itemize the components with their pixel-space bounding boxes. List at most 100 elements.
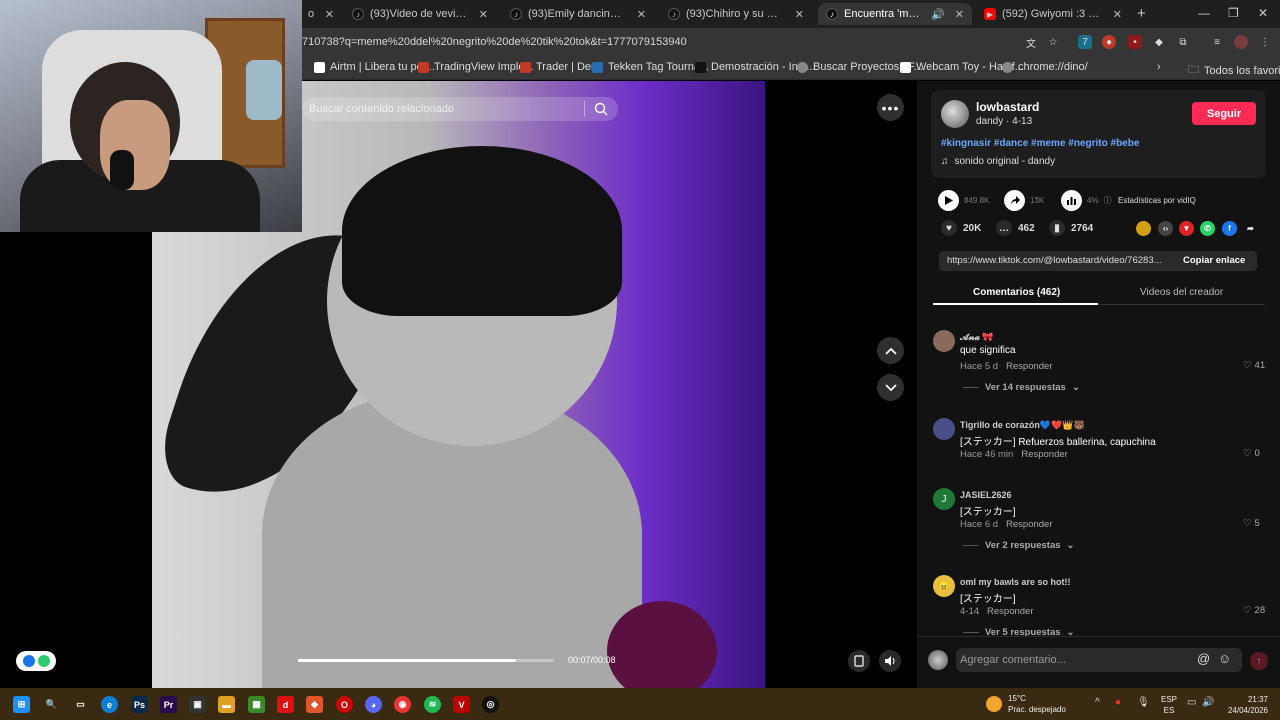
whatsapp-icon[interactable]: ✆ [1200,221,1215,236]
obs-icon[interactable]: ◎ [482,696,499,713]
browser-tab[interactable]: ▶ (592) Gwiyomi :3 sub español ( ✕ [976,3,1130,25]
chevron-down-icon[interactable] [877,374,904,401]
video-link[interactable]: https://www.tiktok.com/@lowbastard/video… [947,255,1175,266]
comment-like[interactable]: ♡ 41 [1243,360,1265,371]
edge-icon[interactable]: e [101,696,118,713]
file-explorer-icon[interactable]: ▬ [218,696,235,713]
profile-icon[interactable] [1234,35,1248,49]
comment-like[interactable]: ♡ 5 [1243,518,1260,529]
all-bookmarks[interactable]: 🗀 Todos los favoritos [1188,61,1280,80]
comment-like[interactable]: ♡ 0 [1243,448,1260,459]
video-progress-bar[interactable] [298,659,554,662]
browser-tab-active[interactable]: ♪ Encuentra 'meme ddel neg 🔊 ✕ [818,3,972,25]
store-icon[interactable]: ▣ [189,696,206,713]
close-icon[interactable]: ✕ [1113,8,1122,21]
send-icon[interactable]: ▼ [1179,221,1194,236]
embed-icon[interactable]: ‹› [1158,221,1173,236]
extension-icon[interactable]: 7 [1078,35,1092,49]
system-clock[interactable]: 21:37 24/04/2026 [1222,694,1268,716]
translate-icon[interactable]: 文 [1024,35,1038,50]
microphone-icon[interactable]: 🎙 [1137,697,1150,708]
vidiq-badge[interactable] [16,651,56,671]
close-icon[interactable]: ✕ [325,8,334,21]
restore-icon[interactable]: ❐ [1228,6,1239,20]
tab-creator-videos[interactable]: Videos del creador [1140,287,1223,298]
comment-input[interactable] [960,652,1190,668]
emoji-icon[interactable]: ☺ [1218,651,1231,666]
extension-icon[interactable]: • [1128,35,1142,49]
opera-icon[interactable]: O [336,696,353,713]
puzzle-icon[interactable]: ⧉ [1176,35,1190,49]
chevron-up-icon[interactable] [877,337,904,364]
search-input[interactable] [309,100,579,118]
minimize-icon[interactable]: — [1198,6,1210,20]
close-icon[interactable]: ✕ [479,8,488,21]
tray-app-icon[interactable]: ● [1115,697,1121,708]
bookmark[interactable]: Trader | Deriv [520,61,603,73]
browser-tab[interactable]: o Ja ✕ [300,3,342,25]
url-field[interactable]: 710738?q=meme%20ddel%20negrito%20de%20ti… [302,36,687,48]
close-window-icon[interactable]: ✕ [1258,6,1268,20]
menu-icon[interactable]: ⋮ [1258,35,1272,49]
reply-button[interactable]: Responder [1006,361,1052,372]
star-icon[interactable]: ☆ [1046,35,1060,49]
extension-icon[interactable]: ◆ [1152,35,1166,49]
premiere-icon[interactable]: Pr [160,696,177,713]
share-icon[interactable]: ➦ [1243,221,1258,236]
chevron-up-icon[interactable]: ^ [1095,697,1100,708]
send-comment-button[interactable]: ↑ [1250,652,1268,670]
avatar[interactable]: J [933,488,955,510]
avatar[interactable] [933,418,955,440]
comment-username[interactable]: 𝓐𝓷𝓪 🎀 [960,332,994,343]
comment-username[interactable]: JASIEL2626 [960,490,1012,500]
deriv-icon[interactable]: d [277,696,294,713]
follow-button[interactable]: Seguir [1192,102,1256,125]
speaker-icon[interactable]: 🔊 [1202,697,1214,708]
coin-icon[interactable] [1136,221,1151,236]
comment-like[interactable]: ♡ 28 [1243,605,1265,616]
bookmark[interactable]: Tekken Tag Tourna... [592,61,709,73]
chrome-icon[interactable]: ◉ [394,696,411,713]
view-replies-button[interactable]: Ver 14 respuestas ⌄ [963,382,1080,393]
browser-tab[interactable]: ♪ (93)Video de vevi@@@@ (@v ✕ [344,3,496,25]
comment-username[interactable]: oml my bawls are so hot!! [960,577,1071,587]
floating-player-icon[interactable] [848,650,870,672]
more-options-icon[interactable]: ••• [877,94,904,121]
browser-tab[interactable]: ♪ (93)Chihiro y su Baile al Estilo B ✕ [660,3,812,25]
bookmark[interactable]: TradingView Imple... [418,61,534,73]
reading-list-icon[interactable]: ≡ [1210,35,1224,49]
new-tab-button[interactable]: + [1137,5,1146,22]
weather-widget[interactable]: 15°C Prac. despejado [986,693,1066,715]
like-button[interactable]: ♥ 20K [941,220,981,236]
close-icon[interactable]: ✕ [955,8,964,21]
comment-username[interactable]: Tigrillo de corazón💙❤️👑🐻 [960,420,1085,431]
search-icon[interactable]: 🔍 [43,696,60,713]
display-icon[interactable]: ▭ [1187,697,1196,708]
photoshop-icon[interactable]: Ps [131,696,148,713]
search-icon[interactable] [594,102,608,116]
avatar[interactable] [933,330,955,352]
windows-start-icon[interactable]: ⊞ [13,696,30,713]
info-icon[interactable]: ⓘ [1104,195,1112,206]
bookmark[interactable]: chrome://dino/ [1002,61,1088,73]
chevron-right-icon[interactable]: › [1157,61,1161,73]
save-button[interactable]: ▮ 2764 [1049,220,1093,236]
comment-button[interactable]: … 462 [996,220,1035,236]
close-icon[interactable]: ✕ [795,8,804,21]
view-replies-button[interactable]: Ver 2 respuestas ⌄ [963,540,1075,551]
task-view-icon[interactable]: ▭ [72,696,89,713]
voicemeeter-icon[interactable]: V [453,696,470,713]
avatar[interactable]: 😠 [933,575,955,597]
reply-button[interactable]: Responder [1021,449,1067,460]
facebook-icon[interactable]: f [1222,221,1237,236]
speaker-icon[interactable]: 🔊 [931,8,945,21]
close-icon[interactable]: ✕ [637,8,646,21]
reply-button[interactable]: Responder [1006,519,1052,530]
extension-icon[interactable]: ● [1102,35,1116,49]
tab-comments[interactable]: Comentarios (462) [973,287,1060,298]
discord-icon[interactable]: ◕ [365,696,382,713]
spotify-icon[interactable]: ≋ [424,696,441,713]
minecraft-icon[interactable]: ▦ [248,696,265,713]
author-username[interactable]: lowbastard [976,100,1039,114]
avatar[interactable] [941,100,969,128]
